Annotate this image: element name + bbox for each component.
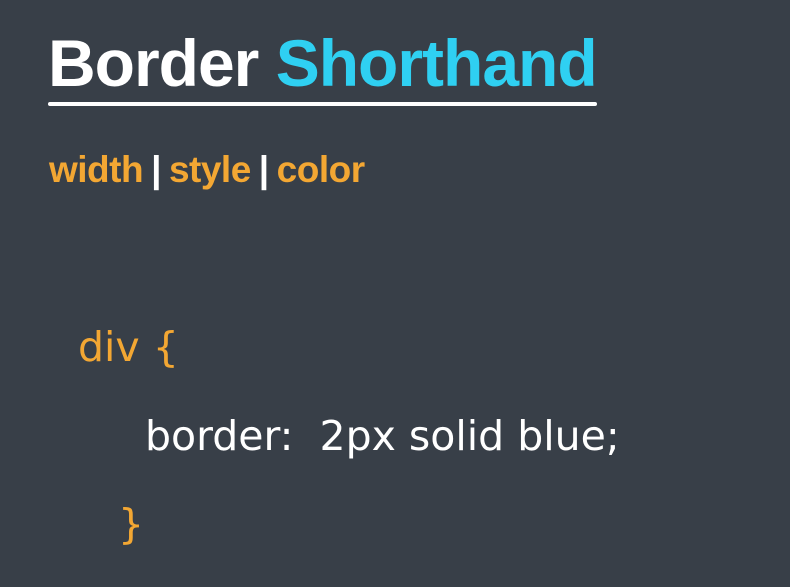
slide: Border Shorthand width | style | color div {… (0, 0, 790, 587)
code-selector-close: } (118, 500, 145, 548)
subtitle-separator: | (151, 149, 161, 190)
title-underline (48, 102, 597, 106)
subtitle-width: width (49, 149, 144, 190)
title-word-border: Border (48, 26, 259, 100)
code-selector-open: div { (78, 323, 179, 371)
title-word-shorthand: Shorthand (275, 26, 598, 100)
subtitle: width | style | color (49, 148, 365, 192)
code-declaration: border: 2px solid blue; (145, 412, 620, 460)
subtitle-style: style (168, 149, 251, 190)
subtitle-color: color (276, 149, 365, 190)
subtitle-separator: | (258, 149, 269, 190)
slide-title: Border Shorthand (48, 24, 598, 102)
